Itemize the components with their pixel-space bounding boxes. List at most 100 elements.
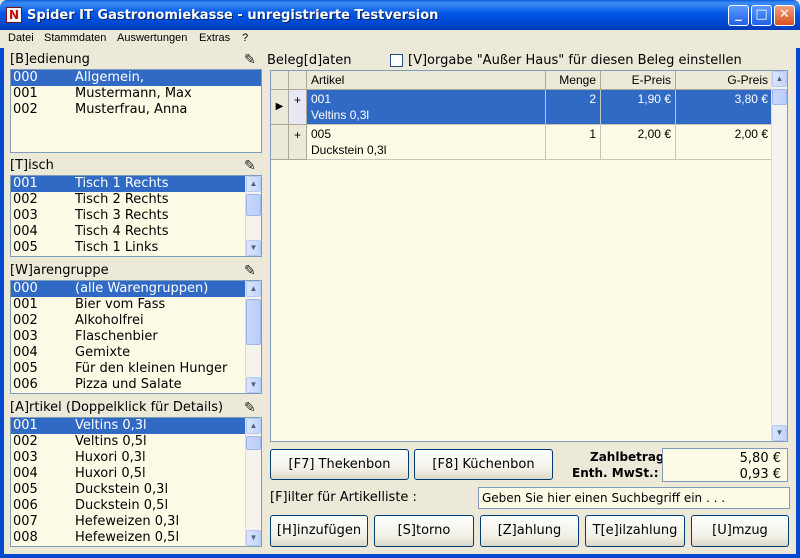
list-item[interactable]: 003 Huxori 0,3l [11, 450, 261, 466]
list-item[interactable]: 004 Huxori 0,5l [11, 466, 261, 482]
list-item[interactable]: 006 Duckstein 0,5l [11, 498, 261, 514]
cell-artikel-name: Duckstein 0,3l [311, 143, 387, 157]
ausser-haus-label[interactable]: [V]orgabe "Außer Haus" für diesen Beleg … [408, 53, 742, 68]
list-item[interactable]: 004 Gemixte [11, 345, 261, 361]
warengruppe-label: [W]arengruppe [10, 263, 109, 278]
bedienung-label: [B]edienung [10, 52, 90, 67]
totals-box: 5,80 € 0,93 € [662, 448, 788, 482]
hinzufuegen-button[interactable]: [H]inzufügen [270, 515, 368, 547]
close-button[interactable]: ✕ [774, 5, 795, 26]
list-item[interactable]: 008 Hefeweizen 0,5l [11, 530, 261, 546]
list-item[interactable]: 004 Tisch 4 Rechts [11, 224, 261, 240]
cell-gpreis[interactable]: 2,00 € [676, 125, 773, 160]
pin-icon[interactable]: ✎ [244, 262, 256, 279]
cell-epreis[interactable]: 2,00 € [601, 125, 676, 160]
list-item[interactable]: 001 Bier vom Fass [11, 297, 261, 313]
list-item[interactable]: 005 Duckstein 0,3l [11, 482, 261, 498]
list-item[interactable]: 003 Flaschenbier [11, 329, 261, 345]
window-frame-right [796, 30, 800, 558]
artikel-list[interactable]: 001 Veltins 0,3l 002 Veltins 0,5l 003 Huxor… [10, 417, 262, 547]
list-item[interactable]: 002 Alkoholfrei [11, 313, 261, 329]
thekenbon-button[interactable]: [F7] Thekenbon [270, 449, 409, 480]
window-frame-bottom [0, 554, 800, 558]
list-item[interactable]: 001 Veltins 0,3l [11, 418, 245, 434]
window-frame-left [0, 30, 4, 558]
cell-epreis[interactable]: 1,90 € [601, 90, 676, 125]
search-input[interactable]: Geben Sie hier einen Suchbegriff ein . .… [478, 487, 790, 509]
expand-icon[interactable]: + [289, 90, 307, 125]
row-marker-icon: ▶ [271, 90, 289, 125]
menu-bar: Datei Stammdaten Auswertungen Extras ? [0, 30, 800, 48]
cell-artikel-name: Veltins 0,3l [311, 108, 370, 122]
ausser-haus-checkbox[interactable] [390, 54, 403, 67]
table-row[interactable]: 001 Veltins 0,3l [307, 90, 546, 125]
table-row[interactable]: 005 Duckstein 0,3l [307, 125, 546, 160]
pin-icon[interactable]: ✎ [244, 399, 256, 416]
column-epreis[interactable]: E-Preis [601, 71, 676, 90]
list-item[interactable]: 007 Hefeweizen 0,3l [11, 514, 261, 530]
scroll-up-icon[interactable]: ▲ [772, 71, 787, 87]
list-item[interactable]: 000 Allgemein, [11, 70, 261, 86]
column-artikel[interactable]: Artikel [307, 71, 546, 90]
app-icon[interactable]: N [6, 7, 22, 23]
mwst-label: Enth. MwSt.: [572, 466, 659, 480]
column-menge[interactable]: Menge [546, 71, 601, 90]
expand-icon[interactable]: + [289, 125, 307, 160]
kuechenbon-button[interactable]: [F8] Küchenbon [414, 449, 553, 480]
filter-label: [F]ilter für Artikelliste : [270, 490, 417, 505]
artikel-label: [A]rtikel (Doppelklick für Details) [10, 400, 224, 415]
list-item[interactable]: 002 Tisch 2 Rechts [11, 192, 261, 208]
maximize-button[interactable]: □ [751, 5, 772, 26]
tisch-list[interactable]: 001 Tisch 1 Rechts 002 Tisch 2 Rechts 003 T… [10, 175, 262, 257]
list-item[interactable]: 001 Mustermann, Max [11, 86, 261, 102]
scroll-thumb[interactable] [772, 89, 787, 105]
tisch-scrollbar[interactable]: ▲ ▼ [245, 176, 261, 256]
scroll-up-icon[interactable]: ▲ [246, 418, 261, 434]
scroll-down-icon[interactable]: ▼ [246, 240, 261, 256]
cell-menge[interactable]: 2 [546, 90, 601, 125]
scroll-down-icon[interactable]: ▼ [246, 377, 261, 393]
scroll-thumb[interactable] [246, 194, 261, 216]
menu-auswertungen[interactable]: Auswertungen [117, 32, 187, 44]
artikel-scrollbar[interactable]: ▲ ▼ [245, 418, 261, 546]
menu-extras[interactable]: Extras [199, 32, 230, 44]
scroll-thumb[interactable] [246, 436, 261, 450]
list-item[interactable]: 006 Pizza und Salate [11, 377, 261, 393]
menu-datei[interactable]: Datei [8, 32, 34, 44]
warengruppe-list[interactable]: 000 (alle Warengruppen) 001 Bier vom Fass … [10, 280, 262, 394]
umzug-button[interactable]: [U]mzug [691, 515, 789, 547]
menu-help[interactable]: ? [242, 32, 248, 44]
grid-scrollbar[interactable]: ▲ ▼ [771, 71, 787, 441]
list-item[interactable]: 000 (alle Warengruppen) [11, 281, 245, 297]
bedienung-list[interactable]: 000 Allgemein, 001 Mustermann, Max 002 Must… [10, 69, 262, 153]
scroll-down-icon[interactable]: ▼ [246, 530, 261, 546]
list-item[interactable]: 001 Tisch 1 Rechts [11, 176, 245, 192]
list-item[interactable]: 003 Tisch 3 Rechts [11, 208, 261, 224]
cell-gpreis[interactable]: 3,80 € [676, 90, 773, 125]
title-bar[interactable]: N Spider IT Gastronomiekasse - unregistr… [0, 0, 800, 30]
pin-icon[interactable]: ✎ [244, 157, 256, 174]
cell-artikel-nr: 005 [311, 127, 332, 141]
row-marker [271, 125, 289, 160]
scroll-up-icon[interactable]: ▲ [246, 176, 261, 192]
tisch-label: [T]isch [10, 158, 54, 173]
pin-icon[interactable]: ✎ [244, 51, 256, 68]
scroll-thumb[interactable] [246, 299, 261, 345]
list-item[interactable]: 002 Veltins 0,5l [11, 434, 261, 450]
cell-menge[interactable]: 1 [546, 125, 601, 160]
belegdaten-label: Beleg[d]aten [267, 53, 352, 68]
warengruppe-scrollbar[interactable]: ▲ ▼ [245, 281, 261, 393]
list-item[interactable]: 002 Musterfrau, Anna [11, 102, 261, 118]
column-gpreis[interactable]: G-Preis [676, 71, 773, 90]
list-item[interactable]: 005 Tisch 1 Links [11, 240, 261, 256]
minimize-button[interactable]: _ [728, 5, 749, 26]
menu-stammdaten[interactable]: Stammdaten [44, 32, 106, 44]
scroll-down-icon[interactable]: ▼ [772, 425, 787, 441]
zahlung-button[interactable]: [Z]ahlung [480, 515, 579, 547]
list-item[interactable]: 005 Für den kleinen Hunger [11, 361, 261, 377]
beleg-grid[interactable]: Artikel Menge E-Preis G-Preis ▶ + 001 Ve… [270, 70, 788, 442]
storno-button[interactable]: [S]torno [374, 515, 474, 547]
window-title: Spider IT Gastronomiekasse - unregistrie… [27, 8, 439, 23]
scroll-up-icon[interactable]: ▲ [246, 281, 261, 297]
teilzahlung-button[interactable]: T[e]ilzahlung [585, 515, 685, 547]
